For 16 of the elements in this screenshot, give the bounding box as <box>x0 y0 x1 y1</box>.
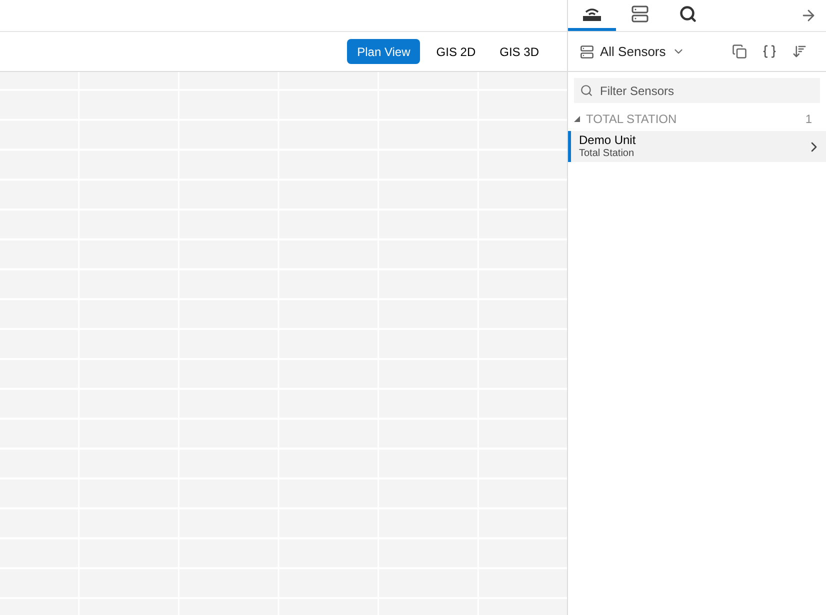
group-title: TOTAL STATION <box>586 111 677 128</box>
server-icon <box>631 5 649 23</box>
sensor-item[interactable]: Demo Unit Total Station <box>568 131 826 162</box>
search-icon <box>580 84 593 97</box>
sensor-type: Total Station <box>579 148 636 160</box>
server-icon <box>580 44 594 58</box>
router-icon <box>582 6 602 22</box>
filter-field[interactable]: Filter Sensors <box>574 78 820 103</box>
view-button[interactable]: GIS 3D <box>492 39 547 64</box>
caret-icon[interactable] <box>574 116 580 122</box>
view-button[interactable]: GIS 2D <box>428 39 484 64</box>
view-button[interactable]: Plan View <box>347 39 420 64</box>
sensor-selector[interactable]: All Sensors <box>580 42 685 62</box>
group-count: 1 <box>805 111 813 128</box>
sensor-name: Demo Unit <box>579 132 637 148</box>
search-icon <box>679 5 697 23</box>
